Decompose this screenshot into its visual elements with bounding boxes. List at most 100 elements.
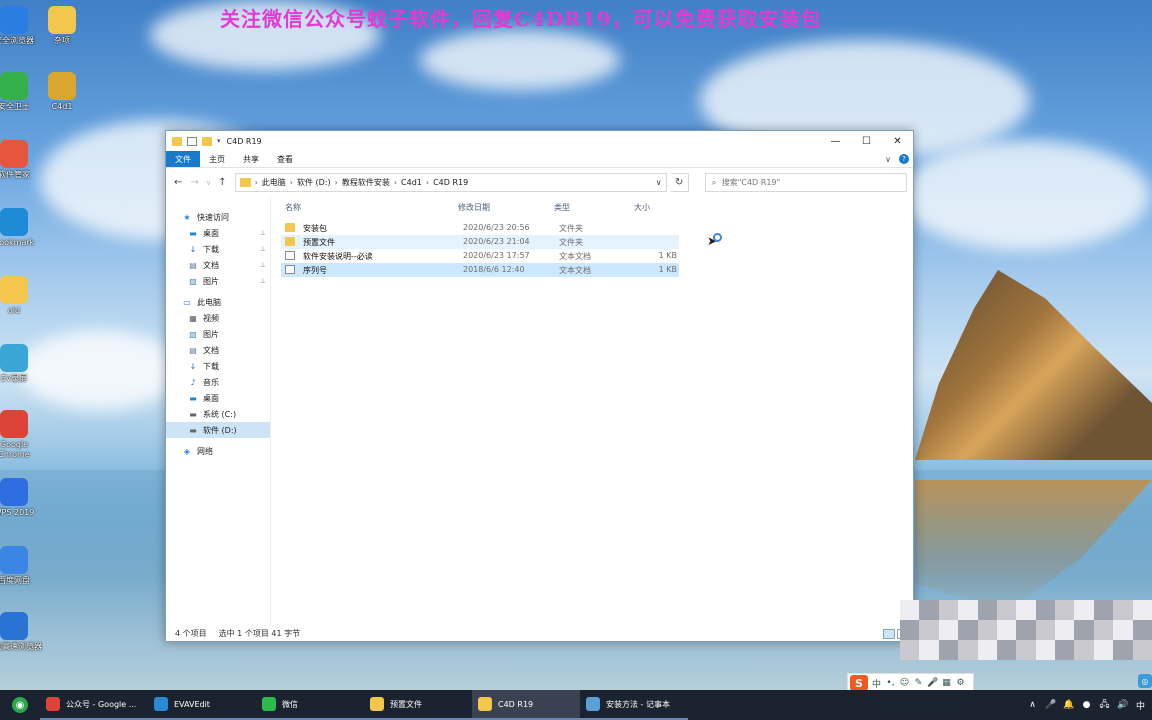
explorer-window[interactable]: ▾ C4D R19 — ☐ ✕ 文件 主页 共享 查看 ∨ ? ← → ∨ ↑ …	[165, 130, 914, 642]
network-icon[interactable]: 🖧	[1099, 697, 1110, 713]
taskbar: ◉ 公众号 - Google ... EVAVEdit 微信 预置文件 C4D R19 安…	[0, 690, 1152, 720]
desktop-shortcut[interactable]: C4d1	[32, 72, 92, 112]
breadcrumb-this-pc[interactable]: 此电脑	[262, 177, 286, 188]
file-row[interactable]: 软件安装说明--必读 2020/6/23 17:57 文本文档 1 KB	[281, 249, 679, 263]
taskbar-item-label: C4D R19	[498, 699, 534, 709]
search-input[interactable]: ⌕ 搜索"C4D R19"	[704, 173, 907, 192]
file-row[interactable]: 预置文件 2020/6/23 21:04 文件夹	[281, 235, 679, 249]
nav-item[interactable]: ★ 快速访问	[166, 209, 270, 225]
tab-home[interactable]: 主页	[200, 151, 234, 167]
ime-settings-icon[interactable]: ⚙	[955, 678, 966, 688]
nav-item[interactable]: ▧ 图片	[166, 326, 270, 342]
show-hidden-icons-icon[interactable]: ∧	[1027, 700, 1038, 710]
desktop-icon: ▬	[189, 393, 197, 403]
pin-icon[interactable]: ⊥	[260, 245, 266, 253]
quick-access-toolbar: ▾	[172, 136, 221, 146]
properties-icon[interactable]	[187, 136, 197, 146]
volume-icon[interactable]: 🔊	[1117, 700, 1128, 710]
nav-item[interactable]: ▦ 视频	[166, 310, 270, 326]
file-type: 文本文档	[559, 252, 591, 261]
desktop-shortcut[interactable]: 软件管家	[0, 140, 44, 180]
address-bar[interactable]: › 此电脑 › 软件 (D:) › 教程软件安装 › C4d1 › C4D R1…	[234, 173, 667, 192]
breadcrumb-c4d1[interactable]: C4d1	[401, 178, 422, 187]
desktop-shortcut[interactable]: 搜狗高速浏览器	[0, 612, 44, 652]
desktop-shortcut[interactable]: 杂项	[32, 6, 92, 46]
desktop-shortcut[interactable]: WPS 2019	[0, 478, 44, 518]
pin-icon[interactable]: ⊥	[260, 229, 266, 237]
nav-item[interactable]: ◈ 网络	[166, 443, 270, 459]
column-type[interactable]: 类型	[554, 202, 570, 213]
taskbar-item[interactable]: EVAVEdit	[148, 690, 256, 720]
file-row[interactable]: 序列号 2018/6/6 12:40 文本文档 1 KB	[281, 263, 679, 277]
minimize-button[interactable]: —	[820, 131, 851, 151]
new-folder-icon[interactable]	[202, 136, 212, 146]
nav-item[interactable]: ▤ 文档	[166, 342, 270, 358]
details-view-icon[interactable]	[883, 628, 895, 639]
breadcrumb-drive-d[interactable]: 软件 (D:)	[297, 177, 331, 188]
qat-dropdown-icon[interactable]: ▾	[217, 137, 221, 145]
nav-item[interactable]: ▤ 文档 ⊥	[166, 257, 270, 273]
apps-icon	[0, 140, 28, 168]
column-size[interactable]: 大小	[634, 202, 650, 213]
tab-file[interactable]: 文件	[166, 151, 200, 167]
file-row[interactable]: 安装包 2020/6/23 20:56 文件夹	[281, 221, 679, 235]
taskbar-item[interactable]: 微信	[256, 690, 364, 720]
refresh-button[interactable]: ↻	[670, 173, 689, 192]
recent-locations-button[interactable]: ∨	[205, 179, 212, 187]
tab-view[interactable]: 查看	[268, 151, 302, 167]
notification-app-icon[interactable]: ◎	[1138, 674, 1152, 688]
column-name[interactable]: 名称	[285, 202, 301, 213]
forward-button[interactable]: →	[188, 177, 200, 188]
punctuation-icon[interactable]: •,	[885, 678, 896, 688]
taskbar-item[interactable]: 安装方法 - 记事本	[580, 690, 688, 720]
pin-icon[interactable]: ⊥	[260, 277, 266, 285]
nav-item[interactable]: ↓ 下载	[166, 358, 270, 374]
help-icon[interactable]: ?	[899, 154, 909, 164]
nav-item[interactable]: ↓ 下载 ⊥	[166, 241, 270, 257]
nav-item[interactable]: ▬ 系统 (C:)	[166, 406, 270, 422]
breadcrumb-c4d-r19[interactable]: C4D R19	[433, 178, 468, 187]
desktop-shortcut[interactable]: old	[0, 276, 44, 316]
taskbar-item[interactable]: C4D R19	[472, 690, 580, 720]
breadcrumb-tutorial[interactable]: 教程软件安装	[342, 177, 390, 188]
maximize-button[interactable]: ☐	[851, 131, 882, 151]
desktop-shortcut[interactable]: Bookmark	[0, 208, 44, 248]
taskbar-item[interactable]: 公众号 - Google ...	[40, 690, 148, 720]
nav-item[interactable]: ▧ 图片 ⊥	[166, 273, 270, 289]
nav-item[interactable]: ▬ 桌面	[166, 390, 270, 406]
ime-mode-toggle[interactable]: 中	[871, 677, 882, 690]
input-language-icon[interactable]: 中	[1135, 699, 1146, 712]
wps-icon	[0, 478, 28, 506]
tab-share[interactable]: 共享	[234, 151, 268, 167]
pin-icon[interactable]: ⊥	[260, 261, 266, 269]
nav-item[interactable]: ▬ 桌面 ⊥	[166, 225, 270, 241]
expand-ribbon-icon[interactable]: ∨	[885, 155, 891, 164]
handwriting-icon[interactable]: ✎	[913, 678, 924, 688]
document-icon: ▤	[189, 345, 197, 355]
back-button[interactable]: ←	[172, 177, 184, 188]
start-button[interactable]: ◉	[0, 690, 40, 720]
desktop-shortcut[interactable]: Google Chrome	[0, 410, 44, 460]
desktop-shortcut[interactable]: 百度网盘	[0, 546, 44, 586]
notification-icon[interactable]: 🔔	[1063, 700, 1074, 710]
desktop-shortcut[interactable]: EV录屏	[0, 344, 44, 384]
file-name: 软件安装说明--必读	[303, 252, 373, 261]
voice-icon[interactable]: 🎤	[927, 678, 938, 688]
document-icon: ▤	[189, 260, 197, 270]
nav-item[interactable]: ♪ 音乐	[166, 374, 270, 390]
keyboard-icon[interactable]: ▦	[941, 678, 952, 688]
nav-item[interactable]: ▭ 此电脑	[166, 294, 270, 310]
address-dropdown-icon[interactable]: ∨	[652, 178, 666, 187]
title-bar[interactable]: ▾ C4D R19 — ☐ ✕	[166, 131, 913, 151]
nav-item[interactable]: ▬ 软件 (D:)	[166, 422, 270, 438]
status-icon[interactable]: ●	[1081, 700, 1092, 710]
up-button[interactable]: ↑	[216, 177, 228, 188]
close-button[interactable]: ✕	[882, 131, 913, 151]
emoji-icon[interactable]: ☺	[899, 678, 910, 688]
column-date[interactable]: 修改日期	[458, 202, 490, 213]
taskbar-item[interactable]: 预置文件	[364, 690, 472, 720]
sogou-logo-icon[interactable]: S	[850, 675, 868, 691]
drive-icon: ▬	[189, 409, 197, 419]
download-icon: ↓	[189, 361, 197, 371]
microphone-icon[interactable]: 🎤	[1045, 700, 1056, 710]
